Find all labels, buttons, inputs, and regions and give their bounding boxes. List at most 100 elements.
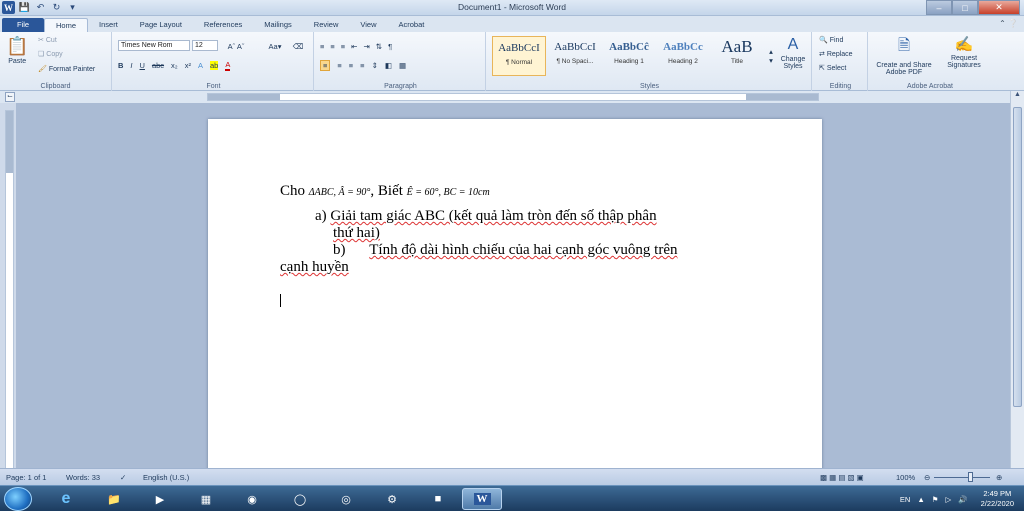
item-a-line-1: a) Giải tam giác ABC (kết quả làm tròn đ… bbox=[315, 208, 657, 224]
copy-button[interactable]: ❏ Copy bbox=[38, 50, 63, 59]
style-no-spacing[interactable]: AaBbCcI ¶ No Spaci... bbox=[548, 36, 602, 76]
request-signatures-button[interactable]: ✍ Request Signatures bbox=[940, 35, 988, 69]
find-button[interactable]: 🔍 Find bbox=[819, 36, 843, 45]
tab-selector[interactable]: ⌙ bbox=[5, 92, 15, 102]
change-styles-button[interactable]: A Change Styles bbox=[776, 36, 810, 70]
tab-review[interactable]: Review bbox=[303, 18, 350, 32]
vertical-ruler[interactable] bbox=[5, 110, 14, 470]
zoom-slider[interactable] bbox=[934, 477, 990, 478]
maximize-button[interactable]: □ bbox=[952, 0, 978, 15]
tab-acrobat[interactable]: Acrobat bbox=[388, 18, 436, 32]
subscript-button[interactable]: x₂ bbox=[171, 61, 178, 70]
borders-icon[interactable]: ▦ bbox=[399, 61, 406, 70]
scroll-up-icon[interactable]: ▲ bbox=[1011, 91, 1024, 103]
tab-view[interactable]: View bbox=[349, 18, 387, 32]
roblox-icon[interactable]: ■ bbox=[418, 488, 458, 510]
show-hidden-icons-icon[interactable]: ▲ bbox=[917, 495, 924, 504]
align-center-icon[interactable]: ≡ bbox=[337, 61, 341, 70]
explorer-icon[interactable]: 📁 bbox=[94, 488, 134, 510]
view-buttons[interactable]: ▩ ▦ ▤ ▧ ▣ bbox=[820, 473, 864, 482]
format-painter-button[interactable]: 🖌 Format Painter bbox=[38, 65, 95, 74]
garena-icon[interactable]: ⚙ bbox=[372, 488, 412, 510]
italic-button[interactable]: I bbox=[130, 61, 132, 70]
zoom-slider-knob[interactable] bbox=[968, 472, 973, 482]
style-normal[interactable]: AaBbCcI ¶ Normal bbox=[492, 36, 546, 76]
numbering-icon[interactable]: ≡ bbox=[330, 42, 334, 51]
tab-mailings[interactable]: Mailings bbox=[253, 18, 303, 32]
text-cursor bbox=[280, 294, 281, 307]
highlight-button[interactable]: ab bbox=[209, 60, 219, 70]
media-player-icon[interactable]: ▶ bbox=[140, 488, 180, 510]
font-size-select[interactable]: 12 bbox=[192, 40, 218, 51]
proofing-icon[interactable]: ✓ bbox=[120, 473, 126, 482]
language-indicator[interactable]: EN bbox=[900, 495, 910, 504]
cut-button[interactable]: ✂ Cut bbox=[38, 36, 57, 45]
coccoc-icon[interactable]: ◉ bbox=[232, 488, 272, 510]
paste-button[interactable]: 📋 Paste bbox=[6, 36, 28, 65]
shading-icon[interactable]: ◧ bbox=[385, 61, 392, 70]
font-name-select[interactable]: Times New Rom bbox=[118, 40, 190, 51]
tab-references[interactable]: References bbox=[193, 18, 253, 32]
document-area: Cho ΔABC, Â = 90°, Biết Ê = 60°, BC = 10… bbox=[16, 103, 1010, 468]
decrease-indent-icon[interactable]: ⇤ bbox=[351, 42, 357, 51]
text-effects-button[interactable]: A bbox=[198, 61, 203, 70]
language-status[interactable]: English (U.S.) bbox=[143, 473, 189, 482]
tab-file[interactable]: File bbox=[2, 18, 44, 32]
multilevel-list-icon[interactable]: ≡ bbox=[341, 42, 345, 51]
action-center-icon[interactable]: ⚑ bbox=[932, 495, 939, 504]
replace-icon: ⇄ bbox=[819, 51, 825, 58]
zoom-in-icon[interactable]: ⊕ bbox=[996, 473, 1002, 482]
network-icon[interactable]: ▷ bbox=[946, 495, 952, 504]
status-bar: Page: 1 of 1 Words: 33 ✓ English (U.S.) … bbox=[0, 468, 1024, 485]
horizontal-ruler[interactable] bbox=[207, 93, 819, 101]
word-count[interactable]: Words: 33 bbox=[66, 473, 100, 482]
minimize-button[interactable]: – bbox=[926, 0, 952, 15]
strikethrough-button[interactable]: abc bbox=[152, 61, 164, 70]
create-pdf-button[interactable]: 🗎 Create and Share Adobe PDF bbox=[872, 35, 936, 76]
tab-insert[interactable]: Insert bbox=[88, 18, 129, 32]
styles-scroll-icon[interactable]: ▴ ▾ bbox=[766, 36, 776, 76]
replace-button[interactable]: ⇄ Replace bbox=[819, 50, 853, 59]
start-button[interactable] bbox=[4, 487, 32, 511]
page-count[interactable]: Page: 1 of 1 bbox=[6, 473, 46, 482]
tab-page-layout[interactable]: Page Layout bbox=[129, 18, 193, 32]
app-icon[interactable]: ▦ bbox=[186, 488, 226, 510]
select-button[interactable]: ⇱ Select bbox=[819, 64, 846, 73]
clear-formatting-icon[interactable]: ⌫ bbox=[290, 40, 306, 52]
clock[interactable]: 2:49 PM 2/22/2020 bbox=[975, 489, 1020, 509]
scroll-thumb[interactable] bbox=[1013, 107, 1022, 407]
chrome-icon[interactable]: ◎ bbox=[326, 488, 366, 510]
line-spacing-icon[interactable]: ⇕ bbox=[372, 61, 378, 70]
superscript-button[interactable]: x² bbox=[185, 61, 191, 70]
change-case-button[interactable]: Aa▾ bbox=[264, 40, 286, 52]
close-button[interactable]: ✕ bbox=[978, 0, 1020, 15]
clipboard-group: 📋 Paste ✂ Cut ❏ Copy 🖌 Format Painter Clipb… bbox=[0, 32, 112, 91]
tab-home[interactable]: Home bbox=[44, 18, 89, 32]
document-page[interactable]: Cho ΔABC, Â = 90°, Biết Ê = 60°, BC = 10… bbox=[208, 119, 822, 468]
grow-shrink-font-button[interactable]: Aˆ Aˇ bbox=[222, 40, 250, 52]
word-taskbar-icon[interactable]: W bbox=[462, 488, 502, 510]
help-icon[interactable]: ⌃ ❔ bbox=[999, 19, 1018, 28]
increase-indent-icon[interactable]: ⇥ bbox=[363, 42, 369, 51]
zoom-level[interactable]: 100% bbox=[896, 473, 915, 482]
underline-button[interactable]: U bbox=[140, 61, 145, 70]
clipboard-label: Clipboard bbox=[40, 83, 71, 90]
zoom-out-icon[interactable]: ⊖ bbox=[924, 473, 930, 482]
bullets-icon[interactable]: ≡ bbox=[320, 42, 324, 51]
font-color-button[interactable]: A bbox=[225, 60, 231, 71]
style-title[interactable]: AaB Title bbox=[710, 36, 764, 76]
align-left-icon[interactable]: ≡ bbox=[320, 59, 331, 71]
style-heading-1[interactable]: AaBbCĉ Heading 1 bbox=[602, 36, 656, 76]
volume-icon[interactable]: 🔊 bbox=[958, 495, 967, 504]
sort-icon[interactable]: ⇅ bbox=[376, 42, 382, 51]
ie-icon[interactable]: e bbox=[46, 488, 86, 510]
align-right-icon[interactable]: ≡ bbox=[349, 61, 353, 70]
system-tray: EN ▲ ⚑ ▷ 🔊 2:49 PM 2/22/2020 bbox=[900, 486, 1020, 511]
style-heading-2[interactable]: AaBbCc Heading 2 bbox=[656, 36, 710, 76]
vertical-scrollbar[interactable]: ▲ bbox=[1010, 91, 1024, 468]
chrome-alt-icon[interactable]: ◯ bbox=[280, 488, 320, 510]
justify-icon[interactable]: ≡ bbox=[360, 61, 364, 70]
bold-button[interactable]: B bbox=[118, 61, 123, 70]
show-marks-icon[interactable]: ¶ bbox=[388, 42, 392, 51]
document-content[interactable]: Cho ΔABC, Â = 90°, Biết Ê = 60°, BC = 10… bbox=[280, 183, 750, 276]
